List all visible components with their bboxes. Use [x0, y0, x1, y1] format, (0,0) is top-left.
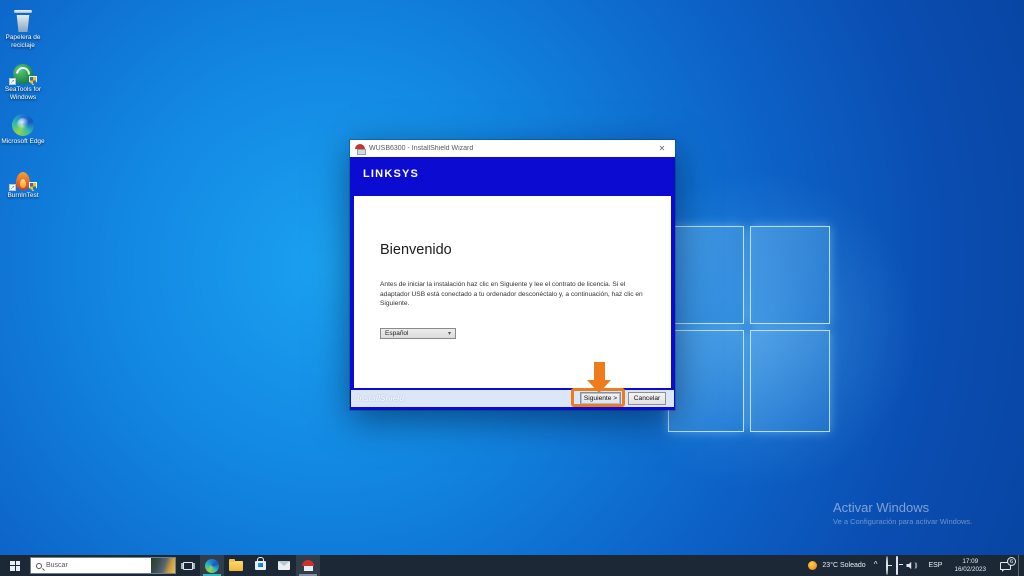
volume-icon[interactable]: ))	[906, 562, 918, 570]
windows-logo-pane	[750, 226, 830, 324]
microsoft-store-icon	[255, 561, 266, 570]
close-icon[interactable]: ✕	[654, 144, 670, 153]
windows-logo-pane	[668, 330, 744, 432]
language-dropdown-value: Español	[385, 330, 409, 337]
taskbar-search[interactable]	[30, 557, 176, 574]
mail-icon	[278, 561, 290, 570]
start-button[interactable]	[0, 555, 30, 576]
sync-status-icon[interactable]	[886, 557, 888, 575]
installshield-app-icon	[302, 560, 314, 571]
uac-shield-icon	[29, 76, 37, 85]
desktop-icon-recycle-bin[interactable]: Papelera de reciclaje	[0, 8, 46, 49]
shortcut-arrow-icon: ↗	[9, 78, 16, 85]
task-view-button[interactable]	[176, 555, 200, 576]
desktop-icon-label: BurnInTest	[1, 192, 45, 200]
welcome-heading: Bienvenido	[380, 242, 452, 258]
notification-badge: 6	[1007, 557, 1016, 566]
weather-condition: Soleado	[840, 562, 866, 569]
dialog-content-panel: Bienvenido Antes de iniciar la instalaci…	[354, 196, 671, 388]
network-icon[interactable]	[896, 557, 898, 575]
dialog-titlebar[interactable]: WUSB6300 - InstallShield Wizard ✕	[350, 140, 675, 157]
dialog-footer: InstallShield Siguiente > Cancelar	[351, 390, 674, 407]
activation-watermark-subtitle: Ve a Configuración para activar Windows.	[833, 517, 972, 526]
desktop-icon-seatools[interactable]: ↗ SeaTools for Windows	[0, 60, 46, 101]
clock-time: 17:09	[962, 558, 978, 565]
system-tray: 23°C Soleado ^ )) ESP 17:09 16/02/2023 6	[808, 555, 1024, 576]
activation-watermark: Activar Windows Ve a Configuración para …	[833, 500, 972, 526]
dialog-body: LINKSYS Bienvenido Antes de iniciar la i…	[350, 157, 675, 410]
activation-watermark-title: Activar Windows	[833, 500, 972, 515]
installshield-wizard-dialog: WUSB6300 - InstallShield Wizard ✕ LINKSY…	[350, 140, 675, 410]
windows-start-icon	[10, 561, 20, 571]
taskbar-edge-button[interactable]	[200, 555, 224, 576]
windows-logo	[668, 226, 830, 432]
language-dropdown[interactable]: Español ▾	[380, 328, 456, 339]
welcome-text: Antes de iniciar la instalación haz clic…	[380, 280, 654, 309]
annotation-arrow	[594, 362, 605, 380]
language-indicator[interactable]: ESP	[928, 562, 942, 569]
weather-temp: 23°C	[822, 562, 838, 569]
linksys-logo: LINKSYS	[363, 168, 419, 180]
edge-icon	[11, 112, 35, 136]
edge-icon	[205, 559, 219, 573]
windows-logo-pane	[668, 226, 744, 324]
desktop-icon-burnintest[interactable]: ↗ BurnInTest	[0, 166, 46, 200]
seatools-icon: ↗	[11, 60, 35, 84]
taskbar-file-explorer-button[interactable]	[224, 555, 248, 576]
taskbar-store-button[interactable]	[248, 555, 272, 576]
file-explorer-icon	[229, 561, 243, 571]
clock-date: 16/02/2023	[954, 566, 986, 573]
taskbar-mail-button[interactable]	[272, 555, 296, 576]
task-view-icon	[183, 562, 193, 570]
annotation-arrow-head	[587, 380, 611, 393]
desktop-icon-edge[interactable]: Microsoft Edge	[0, 112, 46, 146]
taskbar: 23°C Soleado ^ )) ESP 17:09 16/02/2023 6	[0, 555, 1024, 576]
windows-logo-pane	[750, 330, 830, 432]
shortcut-arrow-icon: ↗	[9, 184, 16, 191]
search-input[interactable]	[46, 562, 130, 569]
desktop-icon-label: Microsoft Edge	[1, 138, 45, 146]
dialog-title: WUSB6300 - InstallShield Wizard	[369, 145, 650, 152]
search-highlight-thumbnail[interactable]	[151, 558, 175, 573]
installshield-watermark: InstallShield	[357, 394, 404, 403]
show-desktop-button[interactable]	[1018, 555, 1022, 576]
cancel-button[interactable]: Cancelar	[628, 392, 666, 405]
weather-sun-icon	[808, 561, 817, 570]
recycle-bin-icon	[11, 8, 35, 32]
installshield-app-icon	[355, 144, 365, 153]
search-icon	[36, 563, 42, 569]
taskbar-installshield-button[interactable]	[296, 555, 320, 576]
show-hidden-icons-button[interactable]: ^	[874, 560, 878, 569]
burnintest-icon: ↗	[11, 166, 35, 190]
uac-shield-icon	[29, 182, 37, 191]
weather-widget[interactable]: 23°C Soleado	[822, 562, 865, 569]
chevron-down-icon: ▾	[448, 330, 451, 337]
desktop-icon-label: SeaTools for Windows	[1, 86, 45, 101]
desktop-icon-label: Papelera de reciclaje	[1, 34, 45, 49]
taskbar-clock[interactable]: 17:09 16/02/2023	[954, 558, 986, 573]
action-center-button[interactable]: 6	[992, 555, 1018, 576]
